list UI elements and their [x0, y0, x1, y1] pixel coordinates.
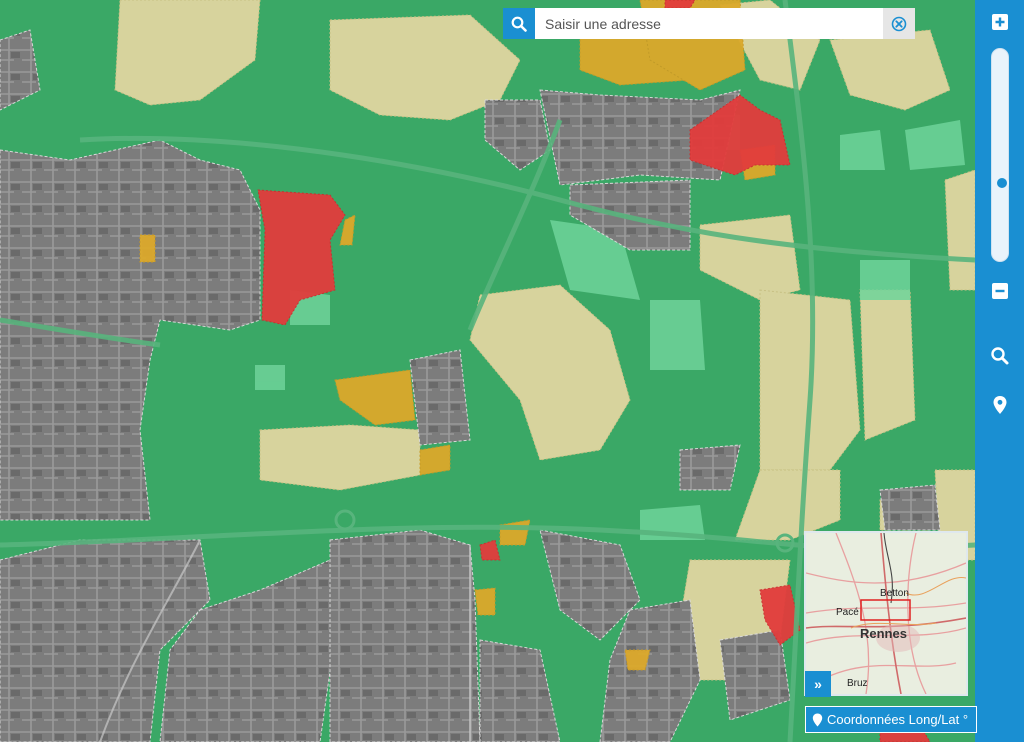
clear-search-button[interactable]: [883, 8, 915, 39]
search-tool-button[interactable]: [989, 345, 1011, 367]
address-search-bar: [503, 8, 915, 39]
coordinates-button[interactable]: Coordonnées Long/Lat °: [805, 706, 978, 733]
minus-icon: [992, 283, 1008, 299]
zoom-slider-track[interactable]: [991, 48, 1009, 262]
zoom-in-button[interactable]: [989, 11, 1011, 33]
location-pin-icon: [812, 713, 823, 726]
overview-toggle-button[interactable]: »: [805, 671, 831, 697]
search-icon: [511, 16, 527, 32]
locate-button[interactable]: [989, 394, 1011, 416]
zoom-slider-handle[interactable]: [995, 176, 1009, 190]
double-chevron-icon: »: [814, 676, 822, 692]
overview-map-graphic: [806, 533, 966, 694]
search-button[interactable]: [503, 8, 535, 39]
close-circle-icon: [891, 16, 907, 31]
magnifier-icon: [991, 347, 1009, 365]
overview-label-rennes: Rennes: [860, 626, 907, 641]
location-pin-icon: [993, 396, 1007, 414]
plus-icon: [992, 14, 1008, 30]
address-search-input[interactable]: [535, 8, 883, 39]
overview-label-bruz: Bruz: [847, 678, 868, 689]
coordinates-label: Coordonnées Long/Lat °: [827, 712, 969, 727]
map-toolbar: [975, 0, 1024, 742]
overview-label-betton: Betton: [880, 588, 909, 599]
zoom-out-button[interactable]: [989, 280, 1011, 302]
overview-label-pace: Pacé: [836, 607, 859, 618]
